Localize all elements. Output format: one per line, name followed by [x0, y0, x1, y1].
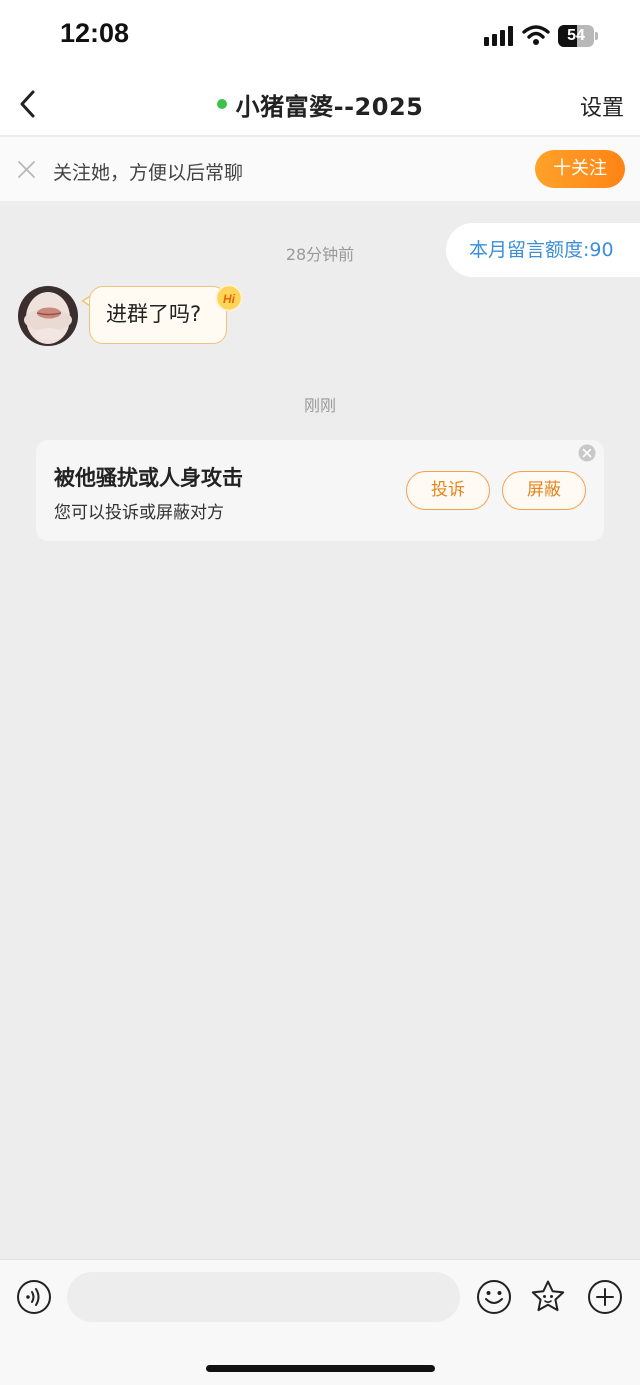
notice-title: 被他骚扰或人身攻击 [54, 466, 243, 490]
settings-button[interactable]: 设置 [580, 90, 624, 122]
hi-badge-text: Hi [223, 292, 236, 306]
hi-badge-icon: Hi [215, 284, 243, 312]
sticker-icon[interactable] [530, 1279, 566, 1315]
chat-partner-name[interactable]: 小猪富婆--2025 [236, 87, 424, 122]
nav-bar: 小猪富婆--2025 设置 [0, 72, 640, 136]
notice-timestamp: 刚刚 [303, 396, 336, 415]
avatar-photo [18, 286, 78, 346]
cellular-signal-icon [484, 26, 516, 46]
voice-icon[interactable] [16, 1279, 52, 1315]
battery-icon: 54 [558, 25, 598, 47]
battery-level: 54 [567, 27, 585, 44]
message-input[interactable] [67, 1272, 460, 1322]
harassment-notice-card: 被他骚扰或人身攻击 您可以投诉或屏蔽对方 投诉 屏蔽 [36, 440, 604, 541]
message-bubble[interactable]: 进群了吗? [89, 286, 227, 344]
avatar[interactable] [18, 286, 78, 346]
close-icon[interactable] [17, 160, 36, 179]
plus-icon[interactable] [587, 1279, 623, 1315]
notice-subtitle: 您可以投诉或屏蔽对方 [54, 503, 224, 523]
follow-prompt-text: 关注她，方便以后常聊 [53, 162, 244, 184]
follow-button[interactable]: 十关注 [535, 150, 625, 188]
home-indicator [206, 1365, 435, 1372]
online-status-icon [216, 99, 227, 109]
input-bar [0, 1259, 640, 1385]
block-button[interactable]: 屏蔽 [502, 471, 586, 510]
close-icon[interactable] [578, 444, 596, 462]
follow-banner: 关注她，方便以后常聊 十关注 [0, 137, 640, 201]
emoji-icon[interactable] [476, 1279, 512, 1315]
report-button[interactable]: 投诉 [406, 471, 490, 510]
status-time: 12:08 [60, 18, 130, 48]
nav-title-group: 小猪富婆--2025 [0, 72, 640, 136]
status-bar: 12:08 54 [0, 0, 640, 72]
wifi-icon [522, 25, 550, 45]
message-timestamp: 28分钟前 [285, 245, 355, 264]
